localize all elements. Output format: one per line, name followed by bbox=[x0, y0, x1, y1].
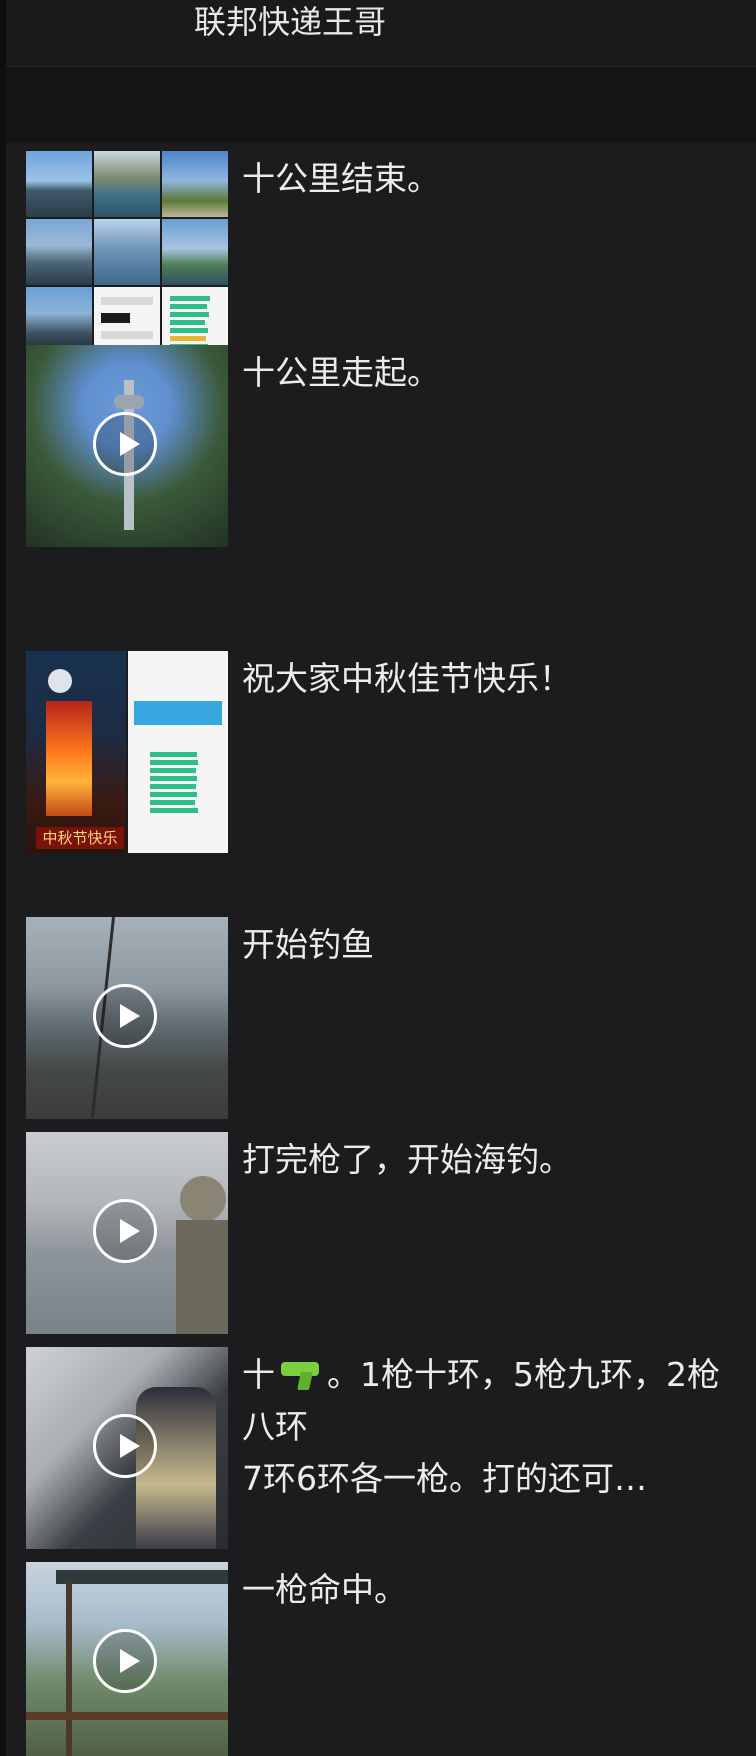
railing bbox=[26, 1712, 228, 1720]
photo-cell bbox=[94, 151, 160, 217]
shelter-post bbox=[66, 1582, 72, 1756]
post-caption: 打完枪了，开始海钓。 bbox=[242, 1140, 572, 1179]
screenshot-bar bbox=[101, 313, 130, 323]
post-caption: 开始钓鱼 bbox=[242, 925, 374, 964]
caption-prefix: 十 bbox=[242, 1355, 275, 1394]
banner-strip bbox=[134, 701, 222, 725]
photo-cell bbox=[26, 219, 92, 285]
photo-cell bbox=[26, 287, 92, 353]
app-screen: 联邦快递王哥 十公里结束。 十公里走起。 中秋节快乐 祝大家中秋佳节快乐！ 开始… bbox=[6, 0, 756, 1756]
photo-pair-thumbnail[interactable]: 中秋节快乐 bbox=[26, 651, 228, 853]
photo-cell bbox=[94, 219, 160, 285]
pillar-shape bbox=[176, 1220, 228, 1334]
play-icon[interactable] bbox=[93, 984, 157, 1048]
page-title: 联邦快递王哥 bbox=[194, 3, 387, 41]
play-icon[interactable] bbox=[93, 1629, 157, 1693]
photo-cell bbox=[162, 151, 228, 217]
screenshot-cell bbox=[162, 287, 228, 353]
play-icon[interactable] bbox=[93, 412, 157, 476]
tower-shape bbox=[114, 395, 144, 409]
festival-overlay-text: 中秋节快乐 bbox=[36, 827, 124, 849]
photo-cell: 中秋节快乐 bbox=[26, 651, 126, 853]
photo-cell bbox=[26, 151, 92, 217]
video-thumbnail[interactable] bbox=[26, 1347, 228, 1549]
screenshot-bar bbox=[101, 331, 153, 339]
stone-ball-shape bbox=[180, 1176, 226, 1222]
post-caption: 一枪命中。 bbox=[242, 1570, 407, 1609]
moon-icon bbox=[48, 669, 72, 693]
play-icon[interactable] bbox=[93, 1199, 157, 1263]
post-caption: 十公里走起。 bbox=[242, 353, 440, 392]
post-caption: 祝大家中秋佳节快乐！ bbox=[242, 659, 572, 698]
photo-cell bbox=[162, 219, 228, 285]
water-pistol-icon bbox=[279, 1358, 323, 1390]
play-icon[interactable] bbox=[93, 1414, 157, 1478]
top-bar: 联邦快递王哥 bbox=[6, 0, 756, 67]
video-thumbnail[interactable] bbox=[26, 1132, 228, 1334]
header-band bbox=[6, 67, 756, 143]
video-thumbnail[interactable] bbox=[26, 345, 228, 547]
tower-shape bbox=[46, 701, 92, 816]
screenshot-bar bbox=[101, 297, 153, 305]
post-caption: 十公里结束。 bbox=[242, 159, 440, 198]
video-thumbnail[interactable] bbox=[26, 917, 228, 1119]
screenshot-cell bbox=[94, 287, 160, 353]
screenshot-cell bbox=[128, 651, 228, 853]
video-thumbnail[interactable] bbox=[26, 1562, 228, 1756]
photo-grid-thumbnail[interactable] bbox=[26, 151, 228, 353]
post-caption: 十。1枪十环，5枪九环，2枪八环 7环6环各一枪。打的还可… bbox=[242, 1349, 722, 1505]
screenshot-bars bbox=[150, 749, 202, 816]
screenshot-bars bbox=[170, 293, 220, 352]
shelter-roof bbox=[56, 1570, 228, 1584]
